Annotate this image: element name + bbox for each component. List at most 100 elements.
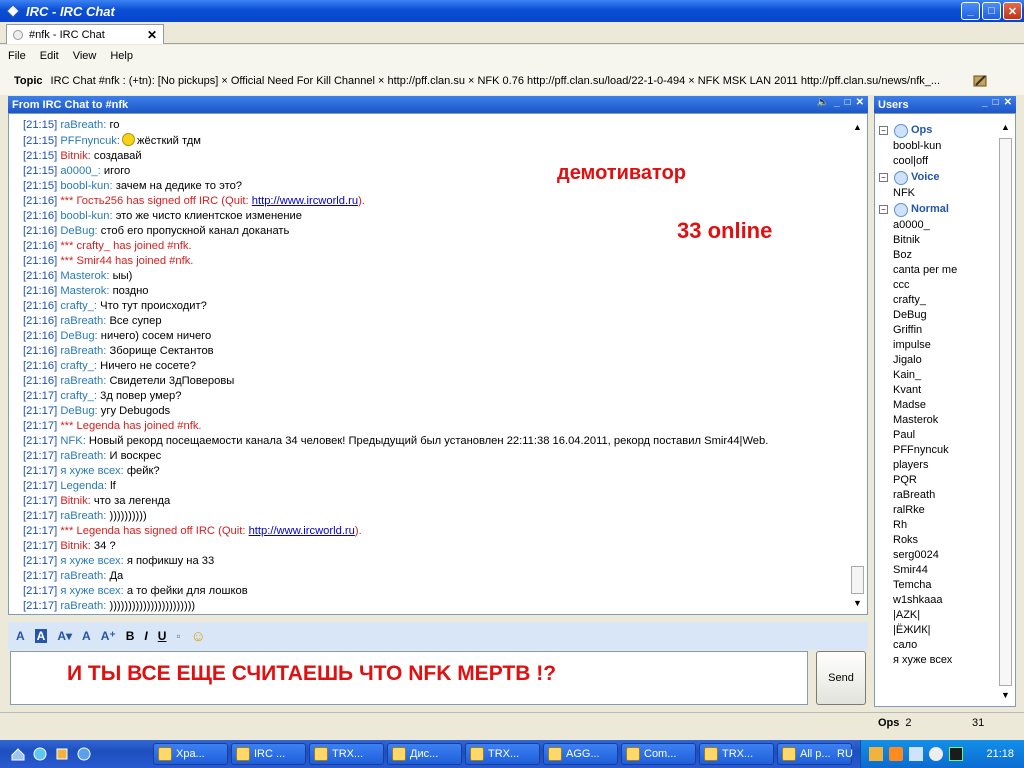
message-link[interactable]: http://www.ircworld.ru	[252, 195, 358, 207]
taskbar-button[interactable]: Com...	[621, 743, 696, 765]
tray-network-icon[interactable]	[909, 747, 923, 761]
users-maximize-button[interactable]: □	[993, 97, 999, 108]
tools-icon[interactable]	[54, 746, 70, 762]
users-scroll-down-icon[interactable]: ▼	[1001, 690, 1010, 700]
chat-maximize-button[interactable]: □	[845, 97, 851, 108]
send-button[interactable]: Send	[816, 651, 866, 705]
language-indicator[interactable]: RU	[837, 748, 853, 760]
clear-format-icon[interactable]: ▫	[176, 629, 180, 643]
user-list-item[interactable]: |AZK|	[879, 608, 997, 623]
edit-topic-icon[interactable]	[972, 73, 988, 89]
message-link[interactable]: http://www.ircworld.ru	[249, 525, 355, 537]
network-icon[interactable]	[32, 746, 48, 762]
close-button[interactable]: ✕	[1003, 2, 1022, 20]
users-close-button[interactable]: ✕	[1004, 97, 1012, 108]
chat-close-button[interactable]: ✕	[856, 97, 864, 108]
underline-button[interactable]: U	[158, 629, 167, 643]
collapse-icon[interactable]: −	[879, 173, 888, 182]
explorer-icon[interactable]	[76, 746, 92, 762]
user-list-item[interactable]: boobl-kun	[879, 139, 997, 154]
user-list-item[interactable]: raBreath	[879, 488, 997, 503]
users-scroll-track[interactable]	[999, 138, 1012, 686]
tray-volume-icon[interactable]	[929, 747, 943, 761]
italic-button[interactable]: I	[144, 629, 147, 643]
taskbar-button[interactable]: Хра...	[153, 743, 228, 765]
menu-file[interactable]: File	[8, 50, 26, 62]
user-list-item[interactable]: Smir44	[879, 563, 997, 578]
message-input[interactable]: И ТЫ ВСЕ ЕЩЕ СЧИТАЕШЬ ЧТО NFK МЕРТВ !?	[10, 651, 808, 705]
user-list-item[interactable]: PQR	[879, 473, 997, 488]
taskbar-button[interactable]: AGG...	[543, 743, 618, 765]
menu-help[interactable]: Help	[110, 50, 133, 62]
users-minimize-button[interactable]: _	[982, 97, 988, 108]
bold-button[interactable]: B	[126, 629, 135, 643]
user-list-item[interactable]: Bitnik	[879, 233, 997, 248]
user-list-item[interactable]: Roks	[879, 533, 997, 548]
user-group-voice[interactable]: − Voice	[879, 169, 997, 186]
tab-nfk[interactable]: #nfk - IRC Chat ✕	[6, 24, 164, 44]
minimize-button[interactable]: _	[961, 2, 980, 20]
users-scroll-up-icon[interactable]: ▲	[1001, 122, 1010, 132]
user-list-item[interactable]: ccc	[879, 278, 997, 293]
user-group-normal[interactable]: − Normal	[879, 201, 997, 218]
font-larger-button[interactable]: A⁺	[101, 629, 116, 643]
user-list-item[interactable]: Paul	[879, 428, 997, 443]
taskbar-button[interactable]: Дис...	[387, 743, 462, 765]
user-list-item[interactable]: a0000_	[879, 218, 997, 233]
user-list-item[interactable]: Kvant	[879, 383, 997, 398]
desktop-icon[interactable]	[10, 746, 26, 762]
sound-icon[interactable]: 🔈	[817, 97, 829, 108]
user-list-item[interactable]: |ЁЖИК|	[879, 623, 997, 638]
user-list-item[interactable]: w1shkaaa	[879, 593, 997, 608]
collapse-icon[interactable]: −	[879, 205, 888, 214]
users-scrollbar[interactable]: ▲ ▼	[999, 118, 1013, 704]
user-list-item[interactable]: serg0024	[879, 548, 997, 563]
tray-tools-icon[interactable]	[869, 747, 883, 761]
user-list-item[interactable]: cool|off	[879, 154, 997, 169]
emoticon-icon[interactable]: ☺	[191, 628, 206, 645]
tab-close-icon[interactable]: ✕	[147, 28, 157, 42]
user-list-item[interactable]: DeBug	[879, 308, 997, 323]
collapse-icon[interactable]: −	[879, 126, 888, 135]
message-timestamp: [21:16]	[23, 285, 61, 297]
scroll-down-icon[interactable]: ▼	[853, 598, 862, 608]
user-list-item[interactable]: Jigalo	[879, 353, 997, 368]
user-list-item[interactable]: Temcha	[879, 578, 997, 593]
menu-view[interactable]: View	[73, 50, 97, 62]
text-color-button[interactable]: A	[16, 629, 25, 643]
taskbar-button[interactable]: IRC ...	[231, 743, 306, 765]
user-list-item[interactable]: Boz	[879, 248, 997, 263]
taskbar-button[interactable]: TRX...	[309, 743, 384, 765]
tray-monitor-icon[interactable]	[949, 747, 963, 761]
user-list-item[interactable]: ralRke	[879, 503, 997, 518]
chat-minimize-button[interactable]: _	[834, 97, 840, 108]
font-smaller-button[interactable]: A	[82, 629, 91, 643]
taskbar-button[interactable]: TRX...	[699, 743, 774, 765]
scroll-up-icon[interactable]: ▲	[853, 122, 862, 132]
taskbar-button[interactable]: TRX...	[465, 743, 540, 765]
user-list-item[interactable]: canta per me	[879, 263, 997, 278]
user-list-item[interactable]: Griffin	[879, 323, 997, 338]
user-list-item[interactable]: Rh	[879, 518, 997, 533]
user-list-item[interactable]: Kain_	[879, 368, 997, 383]
user-list-item[interactable]: NFK	[879, 186, 997, 201]
user-list-item[interactable]: impulse	[879, 338, 997, 353]
user-list-item[interactable]: players	[879, 458, 997, 473]
user-list-item[interactable]: сало	[879, 638, 997, 653]
maximize-button[interactable]: □	[982, 2, 1001, 20]
user-list-item[interactable]: PFFnyncuk	[879, 443, 997, 458]
user-list-item[interactable]: Madse	[879, 398, 997, 413]
menu-edit[interactable]: Edit	[40, 50, 59, 62]
message-nick: raBreath:	[60, 375, 107, 387]
chat-log[interactable]: [21:15] raBreath: го [21:15] PFFnyncuk: жё…	[8, 113, 868, 615]
highlight-button[interactable]: A	[34, 629, 48, 643]
font-size-dropdown[interactable]: A▾	[57, 629, 72, 643]
task-label: TRX...	[488, 748, 520, 760]
scroll-thumb[interactable]	[851, 566, 864, 594]
user-list-item[interactable]: Masterok	[879, 413, 997, 428]
chat-scrollbar[interactable]: ▲ ▼	[851, 118, 865, 612]
user-list-item[interactable]: crafty_	[879, 293, 997, 308]
tray-update-icon[interactable]	[889, 747, 903, 761]
user-list-item[interactable]: я хуже всех	[879, 653, 997, 668]
user-group-ops[interactable]: − Ops	[879, 122, 997, 139]
